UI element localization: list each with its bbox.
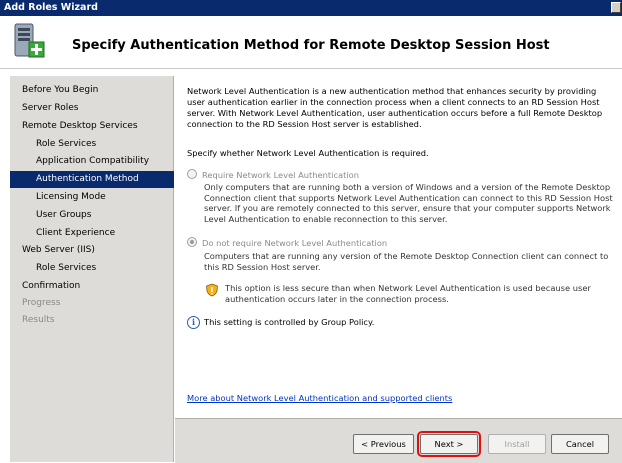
- nav-item-client-experience[interactable]: Client Experience: [10, 225, 174, 242]
- window-title-bar: Add Roles Wizard: [0, 0, 622, 16]
- cancel-button[interactable]: Cancel: [551, 434, 609, 454]
- do-not-require-nla-radio[interactable]: [187, 237, 197, 247]
- server-roles-icon: [14, 23, 45, 58]
- do-not-require-nla-label: Do not require Network Level Authenticat…: [202, 238, 388, 248]
- window-title: Add Roles Wizard: [4, 2, 98, 13]
- require-nla-radio[interactable]: [187, 169, 197, 179]
- intro-text: Network Level Authentication is a new au…: [187, 86, 603, 129]
- question-text: Specify whether Network Level Authentica…: [187, 148, 429, 158]
- next-button[interactable]: Next >: [417, 431, 481, 457]
- group-policy-note: This setting is controlled by Group Poli…: [204, 317, 375, 327]
- nav-item-authentication-method[interactable]: Authentication Method: [10, 171, 174, 188]
- wizard-steps-nav: Before You Begin Server Roles Remote Des…: [10, 76, 174, 462]
- nav-item-before-you-begin[interactable]: Before You Begin: [10, 82, 174, 99]
- require-nla-label: Require Network Level Authentication: [202, 170, 360, 180]
- info-icon: i: [187, 316, 200, 329]
- previous-button[interactable]: < Previous: [353, 434, 414, 454]
- do-not-require-nla-option[interactable]: Do not require Network Level Authenticat…: [187, 237, 387, 249]
- nav-item-iis-role-services[interactable]: Role Services: [10, 260, 174, 277]
- wizard-content: Network Level Authentication is a new au…: [175, 76, 622, 418]
- nav-item-application-compatibility[interactable]: Application Compatibility: [10, 153, 174, 170]
- nav-item-role-services[interactable]: Role Services: [10, 136, 174, 153]
- nav-item-confirmation[interactable]: Confirmation: [10, 278, 174, 295]
- security-warning-text: This option is less secure than when Net…: [225, 283, 591, 304]
- nav-item-user-groups[interactable]: User Groups: [10, 207, 174, 224]
- nav-item-licensing-mode[interactable]: Licensing Mode: [10, 189, 174, 206]
- require-nla-description: Only computers that are running both a v…: [204, 182, 613, 224]
- do-not-require-nla-description: Computers that are running any version o…: [204, 251, 609, 272]
- nav-item-results: Results: [22, 315, 55, 325]
- nav-item-remote-desktop-services[interactable]: Remote Desktop Services: [10, 118, 174, 135]
- require-nla-option[interactable]: Require Network Level Authentication: [187, 169, 359, 181]
- nav-item-server-roles[interactable]: Server Roles: [10, 100, 174, 117]
- wizard-footer: < Previous Next > Install Cancel: [175, 418, 622, 463]
- wizard-header: Specify Authentication Method for Remote…: [0, 16, 622, 69]
- nav-item-progress: Progress: [22, 298, 61, 308]
- page-title: Specify Authentication Method for Remote…: [72, 38, 550, 53]
- install-button: Install: [488, 434, 546, 454]
- window-control-button[interactable]: [611, 2, 621, 13]
- nav-item-web-server-iis[interactable]: Web Server (IIS): [10, 242, 174, 259]
- more-about-nla-link[interactable]: More about Network Level Authentication …: [187, 393, 452, 403]
- warning-shield-icon: [206, 283, 218, 297]
